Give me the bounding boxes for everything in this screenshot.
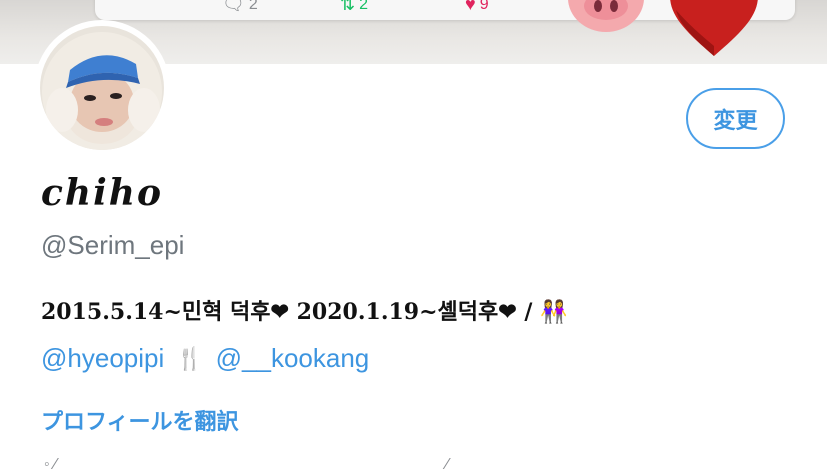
heart-icon: ♥ <box>465 0 476 14</box>
bio-mentions: @hyeopipi 🍴 @__kookang <box>41 343 369 374</box>
retweet-icon: ⇅ <box>340 0 356 14</box>
user-handle: @Serim_epi <box>41 230 185 260</box>
display-name: chiho <box>41 172 163 214</box>
location-icon: ◦ ⁄ <box>44 456 57 473</box>
fork-and-knife-icon: 🍴 <box>176 345 204 371</box>
like-count: 9 <box>479 0 489 13</box>
bio-text: 2015.5.14~민혁 덕후❤ 2020.1.19~셸덕후❤ / 👭 <box>41 299 568 325</box>
profile-avatar[interactable] <box>34 20 170 156</box>
banner-retweet-stat: ⇅ 2 <box>340 0 368 15</box>
reply-icon: 🗨 <box>222 0 245 14</box>
edit-profile-button[interactable]: 変更 <box>686 88 785 149</box>
red-heart-emoji-icon <box>670 0 758 56</box>
banner-like-stat: ♥ 9 <box>465 0 489 15</box>
avatar-photo <box>40 26 164 150</box>
reply-count: 2 <box>248 0 258 13</box>
retweet-count: 2 <box>359 0 368 13</box>
pig-emoji-icon <box>568 0 644 32</box>
mention-link-kookang[interactable]: @__kookang <box>216 343 370 374</box>
translate-profile-link[interactable]: プロフィールを翻訳 <box>41 404 239 436</box>
mention-link-hyeopipi[interactable]: @hyeopipi <box>41 343 164 374</box>
banner-reply-stat: 🗨 2 <box>222 0 258 15</box>
link-icon: ⁄ <box>446 456 449 473</box>
